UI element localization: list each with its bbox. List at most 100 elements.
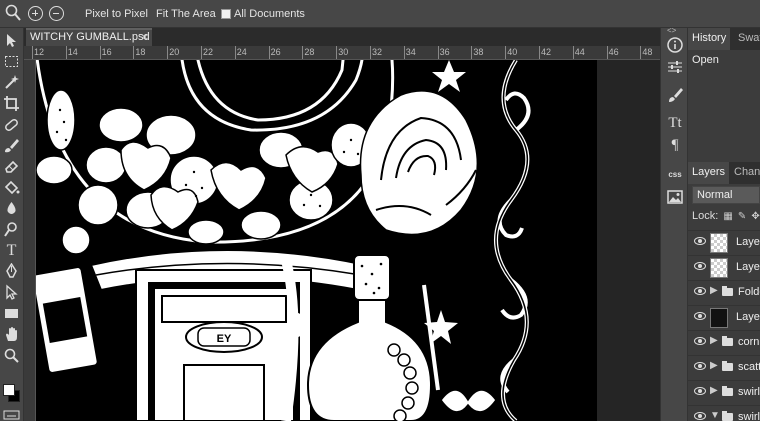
magic-wand-tool-icon[interactable]	[3, 74, 20, 91]
brush-tool-icon[interactable]	[3, 137, 20, 154]
move-tool-icon[interactable]	[3, 32, 20, 49]
zoom-in-button[interactable]	[28, 6, 43, 21]
close-tab-icon[interactable]: ×	[141, 30, 148, 44]
eraser-tool-icon[interactable]	[3, 158, 20, 175]
ruler-tick-line	[133, 46, 135, 59]
tab-swatches[interactable]: Swatc	[738, 32, 760, 44]
lock-row: Lock: ▦ ✎ ✥	[692, 210, 760, 222]
visibility-eye-icon[interactable]	[694, 362, 706, 370]
layer-row[interactable]: Layer	[688, 230, 760, 254]
folder-icon	[722, 361, 733, 371]
type-tool-icon[interactable]: T	[3, 242, 20, 259]
ruler-tick-line	[336, 46, 338, 59]
layer-group-row[interactable]: ▶ Folde	[688, 280, 760, 304]
ruler-tick-line	[234, 46, 236, 59]
blur-tool-icon[interactable]	[3, 200, 20, 217]
layer-group-row[interactable]: ▼ swirl	[688, 405, 760, 421]
collapse-panels-icon[interactable]: <>	[667, 26, 676, 35]
ruler-tick-label: 24	[236, 47, 247, 57]
tab-history[interactable]: History	[688, 28, 731, 50]
folder-icon	[722, 386, 733, 396]
ruler-tick-label: 14	[67, 47, 78, 57]
healing-brush-tool-icon[interactable]	[3, 116, 20, 133]
ruler-tick-label: 12	[34, 47, 45, 57]
image-panel-icon[interactable]	[666, 188, 684, 206]
ruler-tick-label: 16	[101, 47, 112, 57]
ruler-tick-label: 40	[507, 47, 518, 57]
pixel-to-pixel-button[interactable]: Pixel to Pixel	[85, 8, 148, 20]
ruler-tick-line	[32, 46, 33, 59]
folder-icon	[722, 286, 733, 296]
ruler-tick-line	[302, 46, 304, 59]
layer-row[interactable]: Layer	[688, 305, 760, 329]
dodge-tool-icon[interactable]	[3, 221, 20, 238]
layer-row[interactable]: Layer	[688, 255, 760, 279]
lock-transparency-icon[interactable]: ▦	[723, 211, 732, 222]
chevron-down-icon[interactable]: ▼	[710, 410, 720, 421]
visibility-eye-icon[interactable]	[694, 387, 706, 395]
rectangle-tool-icon[interactable]	[3, 305, 20, 322]
zoom-tool-icon[interactable]	[5, 4, 21, 22]
paint-bucket-tool-icon[interactable]	[3, 179, 20, 196]
layer-group-row[interactable]: ▶ scatt	[688, 355, 760, 379]
path-selection-tool-icon[interactable]	[3, 284, 20, 301]
chevron-right-icon[interactable]: ▶	[710, 385, 718, 396]
ruler-tick-line	[201, 46, 202, 59]
character-panel-icon[interactable]: Tt	[666, 114, 684, 132]
folder-icon	[722, 411, 733, 421]
all-documents-label[interactable]: All Documents	[234, 8, 305, 20]
ruler-tick-line	[471, 46, 473, 59]
pen-tool-icon[interactable]	[3, 263, 20, 280]
blend-mode-select[interactable]: Normal	[692, 186, 760, 204]
ruler-tick-line	[505, 46, 507, 59]
paragraph-panel-icon[interactable]: ¶	[666, 136, 684, 154]
ruler-tick-label: 46	[608, 47, 619, 57]
ruler-tick-label: 44	[574, 47, 585, 57]
layer-name: Layer	[736, 236, 760, 248]
lock-position-icon[interactable]: ✥	[751, 211, 759, 222]
layer-group-row[interactable]: ▶ swirl	[688, 380, 760, 404]
chevron-right-icon[interactable]: ▶	[710, 285, 718, 296]
visibility-eye-icon[interactable]	[694, 312, 706, 320]
tab-layers[interactable]: Layers	[688, 162, 730, 184]
adjustments-icon[interactable]	[666, 58, 684, 76]
foreground-color-swatch[interactable]	[3, 384, 15, 396]
layer-name: corn	[738, 336, 760, 348]
chevron-right-icon[interactable]: ▶	[710, 335, 718, 346]
visibility-eye-icon[interactable]	[694, 337, 706, 345]
ruler-tick-line	[99, 46, 101, 59]
layer-name: Folde	[738, 286, 760, 298]
visibility-eye-icon[interactable]	[694, 287, 706, 295]
crop-tool-icon[interactable]	[3, 95, 20, 112]
ruler-tick-line	[65, 46, 67, 59]
document-tab-title: WITCHY GUMBALL.psd	[30, 31, 150, 43]
coin-slot-label: EY	[217, 333, 232, 345]
history-item[interactable]: Open	[692, 54, 719, 66]
canvas-area[interactable]: EY	[36, 60, 660, 421]
ruler-tick-label: 36	[439, 47, 450, 57]
ruler-tick-label: 30	[338, 47, 349, 57]
all-documents-checkbox[interactable]	[221, 9, 231, 19]
tab-channels[interactable]: Chann	[734, 166, 760, 178]
document-tab[interactable]: WITCHY GUMBALL.psd ×	[26, 28, 152, 46]
zoom-out-button[interactable]	[49, 6, 64, 21]
keyboard-icon[interactable]	[3, 410, 20, 420]
chevron-right-icon[interactable]: ▶	[710, 360, 718, 371]
right-panel: History Swatc Open Layers Chann Normal L…	[688, 28, 760, 421]
visibility-eye-icon[interactable]	[694, 237, 706, 245]
layer-group-row[interactable]: ▶ corn	[688, 330, 760, 354]
marquee-tool-icon[interactable]	[3, 53, 20, 70]
tools-panel: T	[0, 28, 24, 421]
zoom-tool-small-icon[interactable]	[3, 347, 20, 364]
visibility-eye-icon[interactable]	[694, 412, 706, 420]
visibility-eye-icon[interactable]	[694, 262, 706, 270]
css-panel-icon[interactable]: css	[666, 166, 684, 184]
lock-label: Lock:	[692, 210, 719, 222]
hand-tool-icon[interactable]	[3, 326, 20, 343]
fit-the-area-button[interactable]: Fit The Area	[156, 8, 216, 20]
lock-paint-icon[interactable]: ✎	[738, 211, 746, 222]
artwork-canvas[interactable]: EY	[36, 60, 597, 421]
brush-settings-icon[interactable]	[666, 86, 684, 104]
info-icon[interactable]	[666, 36, 684, 54]
ruler-tick-line	[437, 46, 439, 59]
